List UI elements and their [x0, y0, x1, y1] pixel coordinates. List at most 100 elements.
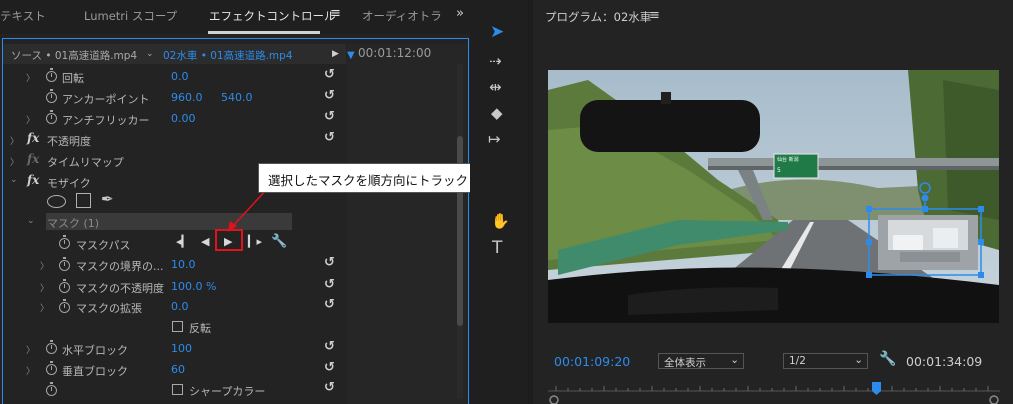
panel-tab-bar: テキスト Lumetri スコープ エフェクトコントロール ≡ オーディオトラ … [0, 0, 470, 34]
reset-icon[interactable]: ↺ [324, 339, 335, 354]
fit-value: 全体表示 [664, 357, 706, 369]
anchor-x-value[interactable]: 960.0 [171, 91, 203, 104]
stopwatch-icon[interactable] [59, 279, 70, 293]
chevron-right-icon[interactable]: 〉 [40, 281, 49, 294]
slip-tool-icon[interactable]: ↦ [488, 130, 501, 148]
vertical-blocks-label: 垂直ブロック [62, 365, 128, 378]
vertical-blocks-value[interactable]: 60 [171, 363, 185, 376]
tab-menu-icon[interactable]: ≡ [330, 6, 341, 21]
time-remap-label: タイムリマップ [47, 156, 124, 169]
track-backward-one-frame-icon[interactable]: ◂▎ [176, 235, 190, 248]
tab-audio-track[interactable]: オーディオトラ [362, 8, 442, 24]
opacity-label: 不透明度 [47, 135, 91, 148]
road-sign-text: 仙台 新潟 [777, 157, 799, 163]
track-backward-icon[interactable]: ◀ [201, 235, 209, 248]
reset-icon[interactable]: ↺ [324, 255, 335, 270]
stopwatch-icon[interactable] [46, 382, 57, 396]
mask-opacity-label: マスクの不透明度 [76, 282, 164, 295]
stopwatch-icon[interactable] [59, 257, 70, 271]
stopwatch-icon[interactable] [59, 235, 70, 249]
chevron-right-icon[interactable]: 〉 [26, 113, 35, 126]
mask-feather-label: マスクの境界の... [76, 260, 164, 273]
current-timecode[interactable]: 00:01:09:20 [554, 354, 630, 369]
type-tool-icon[interactable]: T [492, 238, 502, 258]
fit-dropdown[interactable]: 全体表示 ⌄ [658, 353, 744, 369]
program-video-frame[interactable]: 仙台 新潟 5 [548, 70, 999, 323]
chevron-right-icon[interactable]: 〉 [10, 134, 19, 147]
resolution-value: 1/2 [789, 355, 806, 367]
overflow-icon[interactable]: » [456, 6, 464, 21]
chevron-down-icon[interactable]: ⌄ [146, 49, 154, 59]
reset-icon[interactable]: ↺ [324, 67, 335, 82]
selection-tool-icon[interactable]: ➤ [490, 22, 504, 42]
reset-icon[interactable]: ↺ [324, 88, 335, 103]
resolution-dropdown[interactable]: 1/2 ⌄ [783, 353, 868, 369]
reset-icon[interactable]: ↺ [324, 380, 335, 395]
track-select-tool-icon[interactable]: ⇢ [489, 52, 502, 70]
reset-icon[interactable]: ↺ [324, 277, 335, 292]
hand-tool-icon[interactable]: ✋ [491, 212, 510, 230]
stopwatch-icon[interactable] [46, 361, 57, 375]
track-forward-one-frame-icon[interactable]: ▎▸ [248, 235, 262, 248]
inverted-checkbox[interactable] [172, 321, 183, 332]
mask-path-label: マスクパス [76, 239, 131, 252]
road-sign-number: 5 [777, 167, 781, 174]
stopwatch-icon[interactable] [46, 89, 57, 103]
chevron-down-icon: ⌄ [730, 354, 739, 366]
mask-expansion-value[interactable]: 0.0 [171, 300, 189, 313]
horizontal-blocks-label: 水平ブロック [62, 344, 128, 357]
chevron-right-icon[interactable]: 〉 [26, 364, 35, 377]
fx-icon[interactable]: fx [27, 173, 39, 187]
inverted-label: 反転 [189, 322, 211, 335]
monitor-menu-icon[interactable]: ≡ [649, 8, 660, 23]
play-arrow-icon[interactable]: ▶ [332, 49, 339, 59]
wrench-icon[interactable]: 🔧 [271, 234, 287, 249]
chevron-down-icon[interactable]: ⌄ [27, 216, 35, 226]
chevron-right-icon[interactable]: 〉 [26, 343, 35, 356]
anti-flicker-value[interactable]: 0.00 [171, 112, 196, 125]
sequence-clip-label[interactable]: 02水車 • 01高速道路.mp4 [163, 48, 293, 63]
reset-icon[interactable]: ↺ [324, 109, 335, 124]
mask-opacity-value[interactable]: 100.0 % [171, 280, 216, 293]
time-ruler[interactable] [548, 378, 1000, 404]
rectangle-mask-icon[interactable] [76, 193, 91, 208]
stopwatch-icon[interactable] [46, 110, 57, 124]
mask-feather-value[interactable]: 10.0 [171, 258, 196, 271]
chevron-down-icon: ⌄ [854, 354, 863, 366]
mask-label[interactable]: マスク (1) [47, 215, 99, 231]
stopwatch-icon[interactable] [46, 340, 57, 354]
mosaic-label: モザイク [47, 177, 91, 190]
pen-tool-icon[interactable]: ✒ [101, 190, 114, 208]
horizontal-blocks-value[interactable]: 100 [171, 342, 192, 355]
reset-icon[interactable]: ↺ [324, 130, 335, 145]
chevron-right-icon[interactable]: 〉 [26, 71, 35, 84]
source-clip-label[interactable]: ソース • 01高速道路.mp4 [11, 48, 137, 63]
chevron-right-icon[interactable]: 〉 [10, 155, 19, 168]
playhead-icon[interactable]: ▼ [347, 50, 355, 61]
chevron-right-icon[interactable]: 〉 [40, 301, 49, 314]
wrench-icon[interactable]: 🔧 [879, 351, 896, 367]
active-tab-indicator [208, 31, 320, 34]
rotation-label: 回転 [62, 72, 84, 85]
stopwatch-icon[interactable] [46, 68, 57, 82]
duration-timecode: 00:01:34:09 [906, 354, 983, 369]
stopwatch-icon[interactable] [59, 299, 70, 313]
sharp-colors-label: シャープカラー [189, 385, 266, 398]
reset-icon[interactable]: ↺ [324, 297, 335, 312]
tab-effect-controls[interactable]: エフェクトコントロール [209, 8, 336, 24]
sharp-colors-checkbox[interactable] [172, 384, 183, 395]
ripple-edit-tool-icon[interactable]: ⇹ [489, 78, 502, 96]
tab-text[interactable]: テキスト [0, 8, 46, 24]
razor-tool-icon[interactable]: ◆ [491, 104, 503, 122]
source-bar: ソース • 01高速道路.mp4 ⌄ 02水車 • 01高速道路.mp4 ▶ [3, 44, 346, 64]
fx-icon: fx [27, 152, 40, 166]
reset-icon[interactable]: ↺ [324, 360, 335, 375]
ellipse-mask-icon[interactable] [47, 195, 66, 208]
chevron-down-icon[interactable]: ⌄ [10, 175, 18, 185]
tab-lumetri-scopes[interactable]: Lumetri スコープ [84, 8, 177, 24]
keyframe-timeline[interactable] [347, 44, 467, 404]
fx-icon[interactable]: fx [27, 131, 39, 145]
anchor-y-value[interactable]: 540.0 [221, 91, 253, 104]
chevron-right-icon[interactable]: 〉 [40, 259, 49, 272]
rotation-value[interactable]: 0.0 [171, 70, 189, 83]
